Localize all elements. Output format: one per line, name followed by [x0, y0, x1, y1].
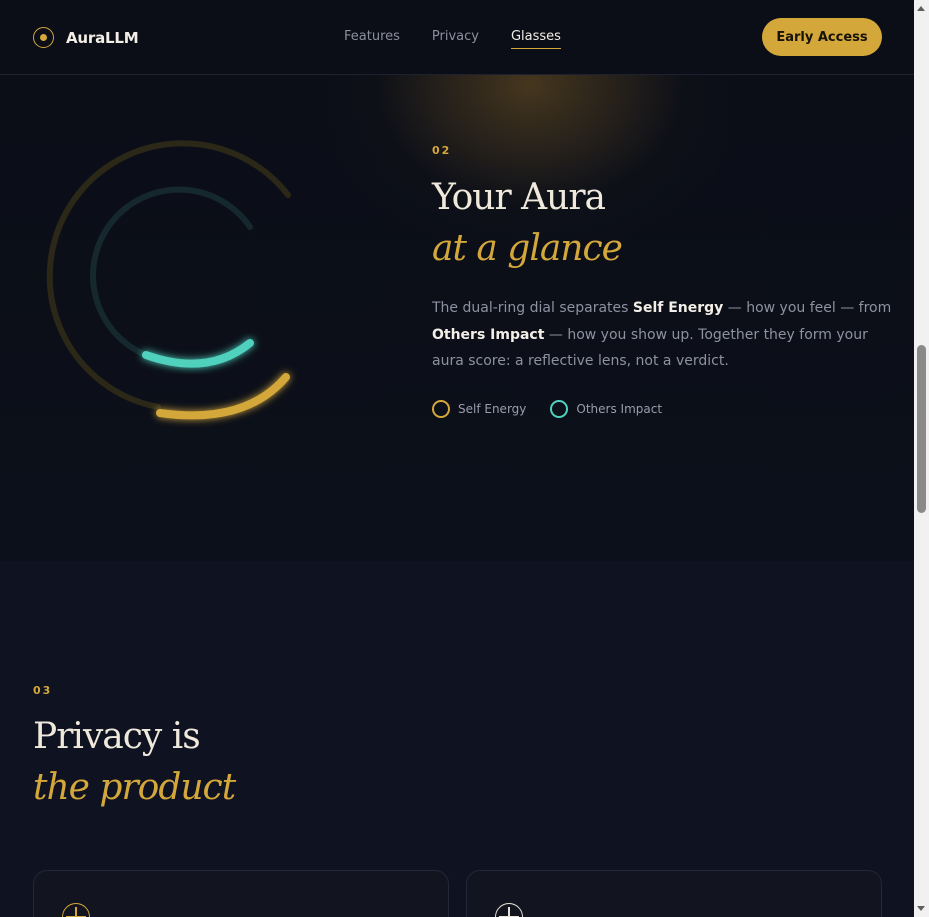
main-nav: Features Privacy Glasses: [344, 29, 561, 49]
nav-glasses[interactable]: Glasses: [510, 29, 561, 49]
section-title-accent: at a glance: [432, 228, 623, 269]
site-header: AuraLLM Features Privacy Glasses Early A…: [0, 0, 914, 75]
others-impact-track: [90, 186, 253, 358]
brand-name: AuraLLM: [66, 28, 139, 47]
nav-privacy[interactable]: Privacy: [432, 29, 479, 49]
section-number: 03: [33, 684, 53, 697]
gold-ring-icon: [432, 400, 450, 418]
privacy-card: [466, 870, 882, 917]
dial-legend: Self Energy Others Impact: [432, 400, 662, 418]
aura-logo-icon: [33, 27, 54, 48]
scroll-down-arrow-icon[interactable]: [917, 906, 925, 911]
aura-dial-graphic: [46, 140, 291, 420]
legend-self-energy: Self Energy: [432, 400, 526, 418]
section-number: 02: [432, 144, 452, 157]
section-description: The dual-ring dial separates Self Energy…: [432, 300, 892, 369]
scrollbar-thumb[interactable]: [917, 345, 926, 513]
privacy-section: 03 Privacy is the product: [0, 561, 914, 917]
aura-dial-section: 02 Your Aura at a glance The dual-ring d…: [0, 75, 914, 561]
section-title: Your Aura: [432, 177, 606, 218]
early-access-button[interactable]: Early Access: [762, 18, 882, 56]
others-impact-term: Others Impact: [432, 326, 545, 343]
plus-circle-icon: [62, 903, 90, 917]
privacy-card: [33, 870, 449, 917]
legend-others-impact: Others Impact: [550, 400, 662, 418]
teal-ring-icon: [550, 400, 569, 418]
plus-circle-icon: [495, 903, 523, 917]
page: AuraLLM Features Privacy Glasses Early A…: [0, 0, 914, 917]
section-title: Privacy is: [33, 716, 201, 757]
scroll-up-arrow-icon[interactable]: [917, 6, 925, 11]
brand-logo[interactable]: AuraLLM: [33, 27, 139, 48]
self-energy-arc: [156, 373, 290, 420]
section-title-accent: the product: [33, 767, 236, 808]
others-impact-arc: [142, 339, 254, 368]
self-energy-track: [46, 140, 291, 410]
page-scrollbar[interactable]: [914, 0, 929, 917]
self-energy-term: Self Energy: [632, 300, 724, 316]
nav-features[interactable]: Features: [344, 29, 400, 49]
